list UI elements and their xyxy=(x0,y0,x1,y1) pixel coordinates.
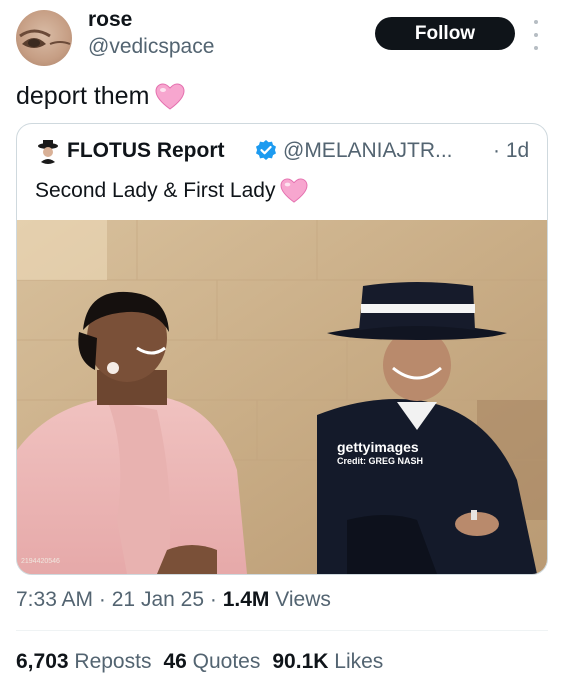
image-id-label: 2194420546 xyxy=(21,558,60,565)
meta-separator: · xyxy=(209,588,217,611)
quotes-label: Quotes xyxy=(192,650,261,673)
follow-button[interactable]: Follow xyxy=(375,17,515,50)
quoted-author-avatar[interactable] xyxy=(35,138,61,164)
pink-heart-icon xyxy=(281,178,308,203)
pink-heart-icon xyxy=(155,82,185,110)
meta-separator: · xyxy=(98,588,106,611)
quoted-tweet-card[interactable]: FLOTUS Report @MELANIAJTR... · 1d Second… xyxy=(16,123,548,575)
quoted-tweet-text: Second Lady & First Lady xyxy=(35,178,308,204)
photo-illustration xyxy=(17,220,547,574)
tweet-text-content: deport them xyxy=(16,82,150,110)
watermark-credit: Credit: GREG NASH xyxy=(337,456,424,466)
engagement-stats: 6,703 Reposts 46 Quotes 90.1K Likes xyxy=(16,650,383,674)
author-name[interactable]: rose xyxy=(88,8,132,32)
getty-watermark: gettyimages Credit: GREG NASH xyxy=(337,439,423,466)
watermark-brand: gettyimages xyxy=(337,439,419,455)
tweet-text: deport them xyxy=(16,82,185,111)
reposts-label: Reposts xyxy=(74,650,152,673)
verified-badge-icon xyxy=(256,140,276,160)
quoted-timestamp[interactable]: · 1d xyxy=(493,139,529,163)
likes-stat[interactable]: 90.1K Likes xyxy=(272,650,383,674)
quoted-author-name[interactable]: FLOTUS Report xyxy=(67,139,225,163)
quoted-author-handle[interactable]: @MELANIAJTR... xyxy=(283,139,453,163)
likes-count: 90.1K xyxy=(272,650,329,673)
reposts-count: 6,703 xyxy=(16,650,69,673)
quotes-stat[interactable]: 46 Quotes xyxy=(163,650,260,674)
author-handle[interactable]: @vedicspace xyxy=(88,35,214,59)
divider xyxy=(16,630,548,631)
quotes-count: 46 xyxy=(163,650,187,673)
author-avatar[interactable] xyxy=(16,10,72,66)
tweet-photo[interactable]: gettyimages Credit: GREG NASH 2194420546 xyxy=(17,220,547,574)
views-label: Views xyxy=(275,588,331,611)
views-count: 1.4M xyxy=(222,588,270,611)
more-options-icon[interactable] xyxy=(530,20,542,50)
tweet-date[interactable]: 21 Jan 25 xyxy=(112,588,204,611)
tweet-time[interactable]: 7:33 AM xyxy=(16,588,93,611)
likes-label: Likes xyxy=(334,650,384,673)
tweet-meta: 7:33 AM · 21 Jan 25 · 1.4M Views xyxy=(16,588,331,612)
reposts-stat[interactable]: 6,703 Reposts xyxy=(16,650,151,674)
quoted-tweet-text-content: Second Lady & First Lady xyxy=(35,179,276,202)
